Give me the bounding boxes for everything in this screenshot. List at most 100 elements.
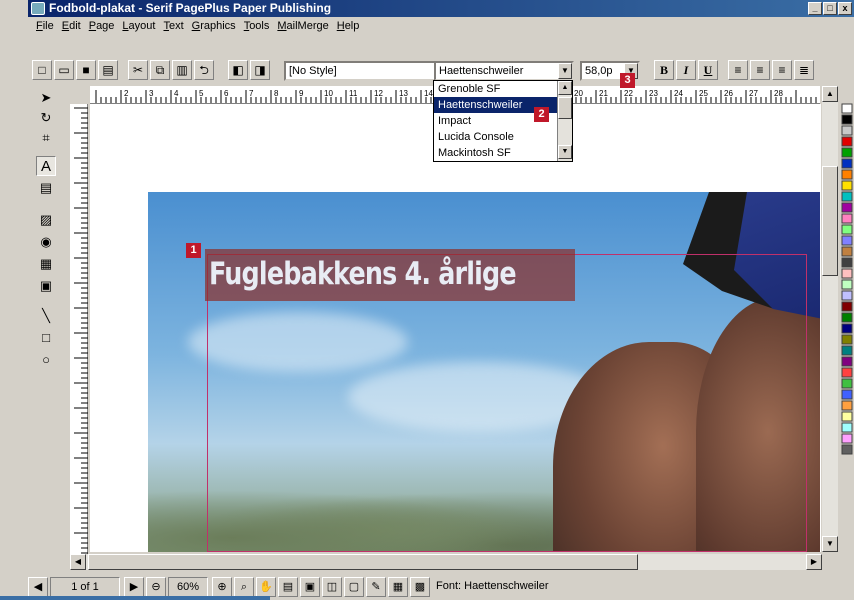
crop-tool-icon[interactable]: ⌗ [36, 128, 56, 148]
scroll-thumb[interactable] [558, 97, 572, 119]
color-swatch[interactable] [841, 158, 853, 169]
scroll-down-icon[interactable]: ▼ [558, 145, 572, 159]
font-option-mackintosh[interactable]: Mackintosh SF [434, 145, 572, 161]
color-swatch[interactable] [841, 323, 853, 334]
color-swatch[interactable] [841, 334, 853, 345]
menu-text[interactable]: Text [159, 20, 187, 32]
pan-hand-icon[interactable]: ✋ [256, 577, 276, 597]
align-right-icon[interactable]: ≡ [772, 60, 792, 80]
italic-button[interactable]: I [676, 60, 696, 80]
color-swatch[interactable] [841, 301, 853, 312]
color-swatch[interactable] [841, 180, 853, 191]
vertical-scrollbar[interactable]: ▲ ▼ [822, 86, 838, 552]
redo-icon[interactable]: ⮌ [194, 60, 214, 80]
line-tool-icon[interactable]: ╲ [36, 306, 56, 326]
zoom-out-icon[interactable]: ⊖ [146, 577, 166, 597]
color-swatch[interactable] [841, 246, 853, 257]
horizontal-scrollbar[interactable]: ◀ ▶ [70, 554, 822, 570]
send-back-icon[interactable]: ◨ [250, 60, 270, 80]
zoom-level[interactable]: 60% [168, 577, 208, 597]
color-swatch[interactable] [841, 378, 853, 389]
picture-tool-icon[interactable]: ▨ [36, 210, 56, 230]
color-swatches[interactable] [840, 86, 854, 552]
menu-tools[interactable]: Tools [240, 20, 274, 32]
view-spread-icon[interactable]: ◫ [322, 577, 342, 597]
font-option-lucida-console[interactable]: Lucida Console [434, 129, 572, 145]
font-option-haettenschweiler[interactable]: Haettenschweiler [434, 97, 572, 113]
color-swatch[interactable] [841, 268, 853, 279]
color-swatch[interactable] [841, 114, 853, 125]
color-swatch[interactable] [841, 444, 853, 455]
underline-button[interactable]: U [698, 60, 718, 80]
color-swatch[interactable] [841, 411, 853, 422]
justify-icon[interactable]: ≣ [794, 60, 814, 80]
color-swatch[interactable] [841, 257, 853, 268]
color-swatch[interactable] [841, 367, 853, 378]
zoom-tool-icon[interactable]: ⌕ [234, 577, 254, 597]
color-swatch[interactable] [841, 312, 853, 323]
vertical-scroll-thumb[interactable] [822, 166, 838, 276]
headline-text[interactable]: Fuglebakkens 4. årlige [205, 249, 575, 301]
color-swatch[interactable] [841, 279, 853, 290]
menu-help[interactable]: Help [333, 20, 364, 32]
menu-graphics[interactable]: Graphics [188, 20, 240, 32]
style-combo[interactable]: [No Style] ▼ [284, 61, 454, 81]
menu-edit[interactable]: Edit [58, 20, 85, 32]
align-center-icon[interactable]: ≡ [750, 60, 770, 80]
bring-front-icon[interactable]: ◧ [228, 60, 248, 80]
minimize-button[interactable]: _ [808, 2, 822, 15]
color-swatch[interactable] [841, 202, 853, 213]
font-option-impact[interactable]: Impact [434, 113, 572, 129]
pen-tool-icon[interactable]: ✎ [366, 577, 386, 597]
color-swatch[interactable] [841, 290, 853, 301]
scroll-up-arrow-icon[interactable]: ▲ [822, 86, 838, 102]
scroll-right-arrow-icon[interactable]: ▶ [806, 554, 822, 570]
vertical-ruler[interactable] [70, 104, 88, 556]
menu-mailmerge[interactable]: MailMerge [273, 20, 332, 32]
next-page-icon[interactable]: ▶ [124, 577, 144, 597]
color-swatch[interactable] [841, 356, 853, 367]
dropdown-scrollbar[interactable]: ▲ ▼ [557, 81, 572, 161]
color-swatch[interactable] [841, 389, 853, 400]
scroll-down-arrow-icon[interactable]: ▼ [822, 536, 838, 552]
color-swatch[interactable] [841, 224, 853, 235]
new-icon[interactable]: □ [32, 60, 52, 80]
menu-layout[interactable]: Layout [118, 20, 159, 32]
view-page-icon[interactable]: ▣ [300, 577, 320, 597]
object-tool-icon[interactable]: ◉ [36, 232, 56, 252]
color-swatch[interactable] [841, 136, 853, 147]
text-tool-icon[interactable]: A [36, 156, 56, 176]
paste-icon[interactable]: ▥ [172, 60, 192, 80]
table-view-icon[interactable]: ▦ [388, 577, 408, 597]
rectangle-tool-icon[interactable]: □ [36, 328, 56, 348]
font-dropdown-list[interactable]: Grenoble SF Haettenschweiler Impact Luci… [433, 80, 573, 162]
horizontal-scroll-thumb[interactable] [88, 554, 638, 570]
ellipse-tool-icon[interactable]: ○ [36, 350, 56, 370]
color-swatch[interactable] [841, 147, 853, 158]
save-icon[interactable]: ■ [76, 60, 96, 80]
text-frame-tool-icon[interactable]: ▤ [36, 178, 56, 198]
form-tool-icon[interactable]: ▣ [36, 276, 56, 296]
scroll-left-arrow-icon[interactable]: ◀ [70, 554, 86, 570]
gallery-icon[interactable]: ▩ [410, 577, 430, 597]
table-tool-icon[interactable]: ▦ [36, 254, 56, 274]
view-full-icon[interactable]: ▢ [344, 577, 364, 597]
copy-icon[interactable]: ⧉ [150, 60, 170, 80]
color-swatch[interactable] [841, 213, 853, 224]
bold-button[interactable]: B [654, 60, 674, 80]
menu-file[interactable]: File [32, 20, 58, 32]
view-normal-icon[interactable]: ▤ [278, 577, 298, 597]
color-palette[interactable] [840, 86, 854, 552]
cut-icon[interactable]: ✂ [128, 60, 148, 80]
color-swatch[interactable] [841, 125, 853, 136]
maximize-button[interactable]: □ [823, 2, 837, 15]
pointer-tool-icon[interactable]: ➤ [36, 88, 56, 108]
color-swatch[interactable] [841, 422, 853, 433]
color-swatch[interactable] [841, 345, 853, 356]
color-swatch[interactable] [841, 433, 853, 444]
rotate-tool-icon[interactable]: ↻ [36, 108, 56, 128]
color-swatch[interactable] [841, 235, 853, 246]
color-swatch[interactable] [841, 169, 853, 180]
scroll-up-icon[interactable]: ▲ [558, 81, 572, 95]
color-swatch[interactable] [841, 103, 853, 114]
